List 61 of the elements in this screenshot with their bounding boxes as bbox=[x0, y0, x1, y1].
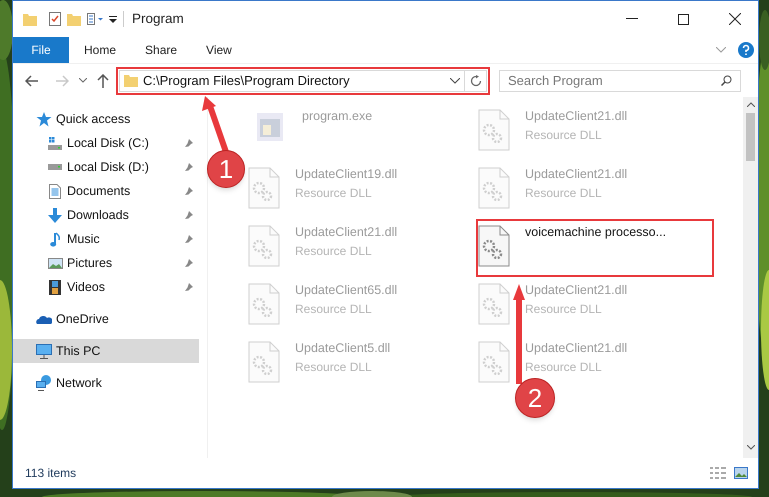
close-icon[interactable] bbox=[729, 13, 741, 25]
refresh-button[interactable] bbox=[465, 70, 487, 92]
chevron-down-icon[interactable] bbox=[450, 78, 460, 84]
details-view-icon[interactable] bbox=[710, 467, 726, 479]
back-icon[interactable] bbox=[25, 74, 39, 86]
checklist-icon[interactable] bbox=[49, 12, 61, 26]
scroll-up-icon[interactable] bbox=[746, 102, 754, 107]
file-type: Resource DLL bbox=[295, 358, 373, 376]
address-path: C:\Program Files\Program Directory bbox=[143, 72, 350, 90]
file-type: Resource DLL bbox=[525, 358, 603, 376]
file-name[interactable]: voicemachine processo... bbox=[525, 223, 666, 242]
properties-icon[interactable] bbox=[87, 13, 103, 25]
nav-item[interactable]: OneDrive bbox=[13, 307, 199, 331]
document-icon bbox=[49, 184, 61, 198]
nav-item[interactable]: Network bbox=[13, 371, 199, 395]
refresh-icon bbox=[470, 74, 482, 86]
maximize-icon[interactable] bbox=[678, 14, 689, 24]
file-type: Resource DLL bbox=[295, 242, 373, 260]
scroll-down-icon[interactable] bbox=[746, 445, 754, 450]
file-type: Resource DLL bbox=[525, 126, 603, 144]
drive-icon bbox=[47, 136, 63, 150]
address-bar[interactable]: C:\Program Files\Program Directory bbox=[119, 70, 465, 92]
nav-item[interactable]: Downloads bbox=[13, 203, 199, 227]
network-icon bbox=[36, 375, 52, 391]
music-note-icon bbox=[50, 232, 60, 246]
cloud-icon bbox=[36, 314, 52, 324]
item-count: 113 items bbox=[25, 465, 76, 482]
ribbon-tab[interactable]: File bbox=[13, 37, 69, 63]
image-icon bbox=[48, 258, 62, 268]
dropdown-icon[interactable] bbox=[109, 16, 117, 22]
nav-item[interactable]: Documents bbox=[13, 179, 199, 203]
folder-icon bbox=[124, 74, 138, 87]
minimize-icon[interactable] bbox=[626, 18, 638, 20]
nav-item[interactable]: This PC bbox=[13, 339, 199, 363]
window-title: Program bbox=[132, 10, 184, 28]
file-type: Resource DLL bbox=[525, 184, 603, 202]
ribbon-tab[interactable]: Share bbox=[131, 37, 192, 63]
monitor-icon bbox=[36, 344, 52, 358]
nav-item[interactable]: Videos bbox=[13, 275, 199, 299]
film-icon bbox=[49, 280, 61, 294]
nav-item[interactable]: Music bbox=[13, 227, 199, 251]
nav-item[interactable]: Local Disk (D:) bbox=[13, 155, 199, 179]
file-type: Resource DLL bbox=[525, 300, 603, 318]
up-arrow-icon[interactable] bbox=[97, 74, 109, 88]
drive-icon bbox=[47, 164, 63, 170]
help-icon[interactable] bbox=[738, 42, 754, 58]
search-input[interactable]: Search Program bbox=[508, 70, 708, 90]
nav-item[interactable]: Quick access bbox=[13, 107, 199, 131]
star-icon bbox=[36, 112, 52, 126]
scrollbar-thumb[interactable] bbox=[746, 113, 755, 161]
file-type: Resource DLL bbox=[295, 300, 373, 318]
search-icon bbox=[721, 75, 732, 86]
ribbon-tab[interactable]: Home bbox=[70, 37, 130, 63]
nav-item[interactable]: Local Disk (C:) bbox=[13, 131, 199, 155]
search-field[interactable]: Search Program bbox=[499, 70, 741, 92]
file-type: Resource DLL bbox=[295, 184, 373, 202]
ribbon-tab[interactable]: View bbox=[192, 37, 246, 63]
nav-item[interactable]: Pictures bbox=[13, 251, 199, 275]
tiles-view-icon[interactable] bbox=[734, 467, 748, 479]
down-arrow-icon bbox=[48, 208, 62, 222]
chevron-down-icon[interactable] bbox=[79, 78, 87, 83]
